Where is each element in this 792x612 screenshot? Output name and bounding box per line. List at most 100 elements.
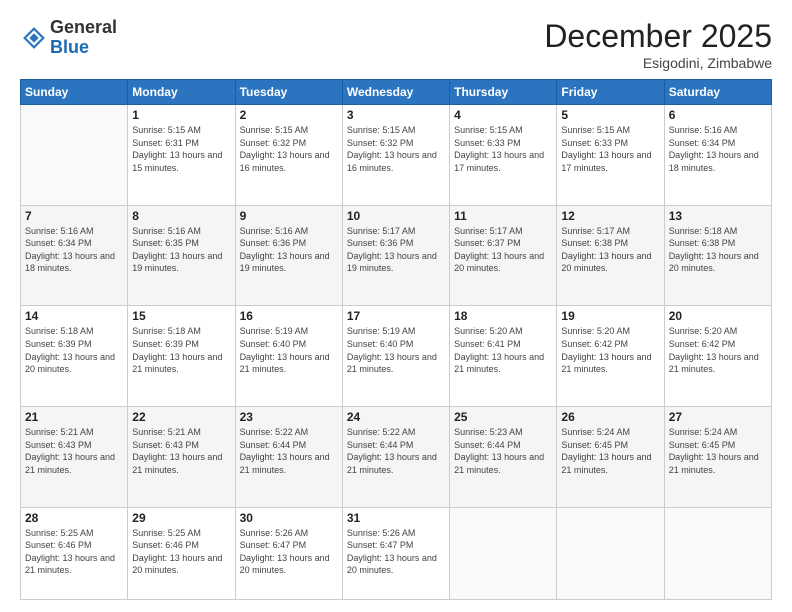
day-number: 3 bbox=[347, 108, 445, 122]
day-number: 29 bbox=[132, 511, 230, 525]
day-number: 17 bbox=[347, 309, 445, 323]
day-number: 8 bbox=[132, 209, 230, 223]
page-header: General Blue December 2025 Esigodini, Zi… bbox=[20, 18, 772, 71]
day-number: 5 bbox=[561, 108, 659, 122]
day-number: 10 bbox=[347, 209, 445, 223]
day-number: 25 bbox=[454, 410, 552, 424]
day-number: 28 bbox=[25, 511, 123, 525]
calendar-cell: 10 Sunrise: 5:17 AM Sunset: 6:36 PM Dayli… bbox=[342, 205, 449, 306]
cell-info: Sunrise: 5:15 AM Sunset: 6:32 PM Dayligh… bbox=[347, 124, 445, 174]
logo-blue-text: Blue bbox=[50, 37, 89, 57]
cell-info: Sunrise: 5:16 AM Sunset: 6:35 PM Dayligh… bbox=[132, 225, 230, 275]
day-number: 24 bbox=[347, 410, 445, 424]
calendar-header-friday: Friday bbox=[557, 80, 664, 105]
calendar-week-row: 21 Sunrise: 5:21 AM Sunset: 6:43 PM Dayli… bbox=[21, 406, 772, 507]
calendar-cell bbox=[450, 507, 557, 599]
day-number: 18 bbox=[454, 309, 552, 323]
cell-info: Sunrise: 5:23 AM Sunset: 6:44 PM Dayligh… bbox=[454, 426, 552, 476]
calendar-cell: 12 Sunrise: 5:17 AM Sunset: 6:38 PM Dayli… bbox=[557, 205, 664, 306]
calendar-cell: 5 Sunrise: 5:15 AM Sunset: 6:33 PM Daylig… bbox=[557, 105, 664, 206]
cell-info: Sunrise: 5:25 AM Sunset: 6:46 PM Dayligh… bbox=[132, 527, 230, 577]
day-number: 9 bbox=[240, 209, 338, 223]
day-number: 1 bbox=[132, 108, 230, 122]
calendar-cell: 19 Sunrise: 5:20 AM Sunset: 6:42 PM Dayli… bbox=[557, 306, 664, 407]
calendar-cell: 22 Sunrise: 5:21 AM Sunset: 6:43 PM Dayli… bbox=[128, 406, 235, 507]
calendar-cell: 28 Sunrise: 5:25 AM Sunset: 6:46 PM Dayli… bbox=[21, 507, 128, 599]
day-number: 14 bbox=[25, 309, 123, 323]
cell-info: Sunrise: 5:26 AM Sunset: 6:47 PM Dayligh… bbox=[240, 527, 338, 577]
cell-info: Sunrise: 5:24 AM Sunset: 6:45 PM Dayligh… bbox=[561, 426, 659, 476]
cell-info: Sunrise: 5:24 AM Sunset: 6:45 PM Dayligh… bbox=[669, 426, 767, 476]
calendar-week-row: 7 Sunrise: 5:16 AM Sunset: 6:34 PM Daylig… bbox=[21, 205, 772, 306]
day-number: 31 bbox=[347, 511, 445, 525]
cell-info: Sunrise: 5:20 AM Sunset: 6:41 PM Dayligh… bbox=[454, 325, 552, 375]
calendar-cell: 2 Sunrise: 5:15 AM Sunset: 6:32 PM Daylig… bbox=[235, 105, 342, 206]
location: Esigodini, Zimbabwe bbox=[544, 55, 772, 71]
day-number: 12 bbox=[561, 209, 659, 223]
cell-info: Sunrise: 5:21 AM Sunset: 6:43 PM Dayligh… bbox=[132, 426, 230, 476]
cell-info: Sunrise: 5:22 AM Sunset: 6:44 PM Dayligh… bbox=[240, 426, 338, 476]
cell-info: Sunrise: 5:15 AM Sunset: 6:31 PM Dayligh… bbox=[132, 124, 230, 174]
cell-info: Sunrise: 5:17 AM Sunset: 6:36 PM Dayligh… bbox=[347, 225, 445, 275]
calendar-cell: 16 Sunrise: 5:19 AM Sunset: 6:40 PM Dayli… bbox=[235, 306, 342, 407]
cell-info: Sunrise: 5:16 AM Sunset: 6:34 PM Dayligh… bbox=[25, 225, 123, 275]
cell-info: Sunrise: 5:17 AM Sunset: 6:37 PM Dayligh… bbox=[454, 225, 552, 275]
calendar-cell: 15Sunrise: 5:18 AM Sunset: 6:39 PM Dayli… bbox=[128, 306, 235, 407]
calendar-header-thursday: Thursday bbox=[450, 80, 557, 105]
day-number: 13 bbox=[669, 209, 767, 223]
cell-info: Sunrise: 5:20 AM Sunset: 6:42 PM Dayligh… bbox=[561, 325, 659, 375]
cell-info: Sunrise: 5:16 AM Sunset: 6:34 PM Dayligh… bbox=[669, 124, 767, 174]
day-number: 2 bbox=[240, 108, 338, 122]
day-number: 21 bbox=[25, 410, 123, 424]
day-number: 20 bbox=[669, 309, 767, 323]
cell-info: Sunrise: 5:17 AM Sunset: 6:38 PM Dayligh… bbox=[561, 225, 659, 275]
calendar-cell: 24 Sunrise: 5:22 AM Sunset: 6:44 PM Dayli… bbox=[342, 406, 449, 507]
calendar-cell bbox=[21, 105, 128, 206]
month-title: December 2025 bbox=[544, 18, 772, 55]
day-number: 16 bbox=[240, 309, 338, 323]
cell-info: Sunrise: 5:15 AM Sunset: 6:32 PM Dayligh… bbox=[240, 124, 338, 174]
logo: General Blue bbox=[20, 18, 117, 58]
calendar-cell: 30Sunrise: 5:26 AM Sunset: 6:47 PM Dayli… bbox=[235, 507, 342, 599]
cell-info: Sunrise: 5:21 AM Sunset: 6:43 PM Dayligh… bbox=[25, 426, 123, 476]
calendar-table: SundayMondayTuesdayWednesdayThursdayFrid… bbox=[20, 79, 772, 600]
cell-info: Sunrise: 5:18 AM Sunset: 6:39 PM Dayligh… bbox=[25, 325, 123, 375]
calendar-header-row: SundayMondayTuesdayWednesdayThursdayFrid… bbox=[21, 80, 772, 105]
calendar-cell: 13 Sunrise: 5:18 AM Sunset: 6:38 PM Dayli… bbox=[664, 205, 771, 306]
calendar-header-sunday: Sunday bbox=[21, 80, 128, 105]
cell-info: Sunrise: 5:15 AM Sunset: 6:33 PM Dayligh… bbox=[561, 124, 659, 174]
cell-info: Sunrise: 5:20 AM Sunset: 6:42 PM Dayligh… bbox=[669, 325, 767, 375]
day-number: 6 bbox=[669, 108, 767, 122]
calendar-cell: 14 Sunrise: 5:18 AM Sunset: 6:39 PM Dayli… bbox=[21, 306, 128, 407]
calendar-cell: 23Sunrise: 5:22 AM Sunset: 6:44 PM Dayli… bbox=[235, 406, 342, 507]
calendar-cell: 20 Sunrise: 5:20 AM Sunset: 6:42 PM Dayli… bbox=[664, 306, 771, 407]
day-number: 19 bbox=[561, 309, 659, 323]
title-block: December 2025 Esigodini, Zimbabwe bbox=[544, 18, 772, 71]
cell-info: Sunrise: 5:25 AM Sunset: 6:46 PM Dayligh… bbox=[25, 527, 123, 577]
day-number: 7 bbox=[25, 209, 123, 223]
calendar-cell: 25 Sunrise: 5:23 AM Sunset: 6:44 PM Dayli… bbox=[450, 406, 557, 507]
day-number: 22 bbox=[132, 410, 230, 424]
calendar-week-row: 28 Sunrise: 5:25 AM Sunset: 6:46 PM Dayli… bbox=[21, 507, 772, 599]
calendar-cell: 18 Sunrise: 5:20 AM Sunset: 6:41 PM Dayli… bbox=[450, 306, 557, 407]
day-number: 15 bbox=[132, 309, 230, 323]
cell-info: Sunrise: 5:15 AM Sunset: 6:33 PM Dayligh… bbox=[454, 124, 552, 174]
logo-general-text: General bbox=[50, 17, 117, 37]
cell-info: Sunrise: 5:22 AM Sunset: 6:44 PM Dayligh… bbox=[347, 426, 445, 476]
calendar-cell bbox=[557, 507, 664, 599]
cell-info: Sunrise: 5:18 AM Sunset: 6:38 PM Dayligh… bbox=[669, 225, 767, 275]
day-number: 4 bbox=[454, 108, 552, 122]
calendar-header-monday: Monday bbox=[128, 80, 235, 105]
calendar-cell: 31Sunrise: 5:26 AM Sunset: 6:47 PM Dayli… bbox=[342, 507, 449, 599]
calendar-week-row: 14 Sunrise: 5:18 AM Sunset: 6:39 PM Dayli… bbox=[21, 306, 772, 407]
calendar-cell: 17 Sunrise: 5:19 AM Sunset: 6:40 PM Dayli… bbox=[342, 306, 449, 407]
cell-info: Sunrise: 5:16 AM Sunset: 6:36 PM Dayligh… bbox=[240, 225, 338, 275]
calendar-cell: 9 Sunrise: 5:16 AM Sunset: 6:36 PM Daylig… bbox=[235, 205, 342, 306]
calendar-cell bbox=[664, 507, 771, 599]
calendar-header-wednesday: Wednesday bbox=[342, 80, 449, 105]
cell-info: Sunrise: 5:19 AM Sunset: 6:40 PM Dayligh… bbox=[240, 325, 338, 375]
cell-info: Sunrise: 5:19 AM Sunset: 6:40 PM Dayligh… bbox=[347, 325, 445, 375]
day-number: 11 bbox=[454, 209, 552, 223]
day-number: 26 bbox=[561, 410, 659, 424]
calendar-cell: 27Sunrise: 5:24 AM Sunset: 6:45 PM Dayli… bbox=[664, 406, 771, 507]
